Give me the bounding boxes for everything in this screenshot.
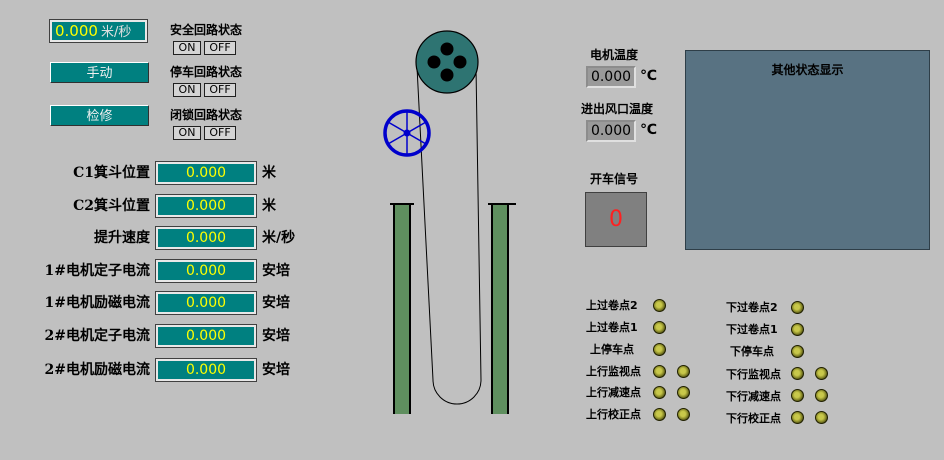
- point-label: 上过卷点1: [586, 321, 638, 334]
- indicator-lamp-icon: [791, 301, 804, 314]
- measurement-unit: 安培: [262, 295, 290, 311]
- sheave-wheel-icon: [383, 109, 431, 157]
- other-status-title: 其他状态显示: [771, 63, 844, 77]
- measurement-value: 0.000: [155, 259, 257, 283]
- measurement-value: 0.000: [155, 161, 257, 185]
- safety-circuit-status: 安全回路状态 ON OFF: [170, 23, 260, 55]
- point-label: 下过卷点2: [726, 301, 778, 314]
- stop-circuit-off-button[interactable]: OFF: [204, 83, 236, 97]
- left-shaft-wall: [390, 203, 414, 414]
- measurement-row: 2#电机定子电流 0.000 安培: [0, 324, 310, 348]
- manual-mode-button[interactable]: 手动: [50, 62, 149, 83]
- hoist-rope: [416, 66, 482, 405]
- safety-circuit-title: 安全回路状态: [170, 23, 243, 37]
- measurement-label: C2箕斗位置: [73, 198, 150, 214]
- indicator-lamp-icon: [677, 365, 690, 378]
- safety-circuit-on-button[interactable]: ON: [173, 41, 201, 55]
- indicator-lamp-icon: [815, 367, 828, 380]
- start-signal-indicator: 0: [585, 192, 647, 247]
- measurement-label: C1箕斗位置: [73, 165, 150, 181]
- indicator-lamp-icon: [653, 299, 666, 312]
- hoist-diagram: [383, 30, 516, 414]
- other-status-panel: 其他状态显示: [685, 50, 930, 250]
- stop-circuit-title: 停车回路状态: [170, 65, 243, 79]
- measurement-label: 2#电机励磁电流: [44, 362, 150, 378]
- measurement-row: 1#电机励磁电流 0.000 安培: [0, 291, 310, 315]
- indicator-lamp-icon: [677, 386, 690, 399]
- lock-circuit-title: 闭锁回路状态: [170, 108, 243, 122]
- measurement-label: 提升速度: [94, 230, 150, 246]
- measurement-label: 2#电机定子电流: [44, 328, 150, 344]
- measurement-row: 2#电机励磁电流 0.000 安培: [0, 358, 310, 382]
- lock-circuit-status: 闭锁回路状态 ON OFF: [170, 108, 260, 140]
- measurement-unit: 米: [262, 198, 276, 214]
- vent-temp-value: 0.000: [586, 120, 636, 142]
- measurement-row: C2箕斗位置 0.000 米: [0, 194, 310, 218]
- motor-temp-label: 电机温度: [590, 48, 639, 62]
- indicator-lamp-icon: [653, 321, 666, 334]
- indicator-lamp-icon: [653, 343, 666, 356]
- motor-temp-value: 0.000: [586, 66, 636, 88]
- measurement-value: 0.000: [155, 226, 257, 250]
- speed-display: 0.000 米/秒: [49, 19, 148, 43]
- measurement-row: 提升速度 0.000 米/秒: [0, 226, 310, 250]
- point-label: 下停车点: [730, 345, 774, 358]
- point-label: 上停车点: [590, 343, 634, 356]
- indicator-lamp-icon: [677, 408, 690, 421]
- point-label: 上行校正点: [586, 408, 641, 421]
- point-label: 下行监视点: [726, 368, 781, 381]
- motor-temp-unit: ℃: [640, 68, 657, 84]
- indicator-lamp-icon: [653, 386, 666, 399]
- measurement-row: C1箕斗位置 0.000 米: [0, 161, 310, 185]
- lock-circuit-on-button[interactable]: ON: [173, 126, 201, 140]
- measurement-unit: 米/秒: [262, 230, 296, 246]
- measurement-value: 0.000: [155, 358, 257, 382]
- point-label: 下过卷点1: [726, 323, 778, 336]
- indicator-lamp-icon: [791, 389, 804, 402]
- start-signal-label: 开车信号: [590, 172, 639, 186]
- indicator-lamp-icon: [791, 411, 804, 424]
- safety-circuit-off-button[interactable]: OFF: [204, 41, 236, 55]
- speed-value: 0.000: [55, 22, 98, 40]
- point-label: 上行减速点: [586, 386, 641, 399]
- maintenance-mode-button[interactable]: 检修: [50, 105, 149, 126]
- measurement-label: 1#电机励磁电流: [44, 295, 150, 311]
- right-shaft-wall: [488, 203, 516, 414]
- point-label: 上行监视点: [586, 365, 641, 378]
- point-label: 下行校正点: [726, 412, 781, 425]
- indicator-lamp-icon: [815, 411, 828, 424]
- measurement-value: 0.000: [155, 194, 257, 218]
- vent-temp-label: 进出风口温度: [581, 102, 654, 116]
- measurement-unit: 安培: [262, 328, 290, 344]
- measurement-label: 1#电机定子电流: [44, 263, 150, 279]
- indicator-lamp-icon: [791, 367, 804, 380]
- point-label: 下行减速点: [726, 390, 781, 403]
- indicator-lamp-icon: [815, 389, 828, 402]
- vent-temp-unit: ℃: [640, 122, 657, 138]
- measurement-value: 0.000: [155, 324, 257, 348]
- drum-icon: [415, 30, 479, 94]
- lock-circuit-off-button[interactable]: OFF: [204, 126, 236, 140]
- measurement-unit: 米: [262, 165, 276, 181]
- measurement-unit: 安培: [262, 263, 290, 279]
- indicator-lamp-icon: [791, 323, 804, 336]
- indicator-lamp-icon: [791, 345, 804, 358]
- indicator-lamp-icon: [653, 408, 666, 421]
- measurement-unit: 安培: [262, 362, 290, 378]
- speed-unit: 米/秒: [100, 25, 132, 40]
- indicator-lamp-icon: [653, 365, 666, 378]
- measurement-value: 0.000: [155, 291, 257, 315]
- stop-circuit-on-button[interactable]: ON: [173, 83, 201, 97]
- measurement-row: 1#电机定子电流 0.000 安培: [0, 259, 310, 283]
- point-label: 上过卷点2: [586, 299, 638, 312]
- stop-circuit-status: 停车回路状态 ON OFF: [170, 65, 260, 97]
